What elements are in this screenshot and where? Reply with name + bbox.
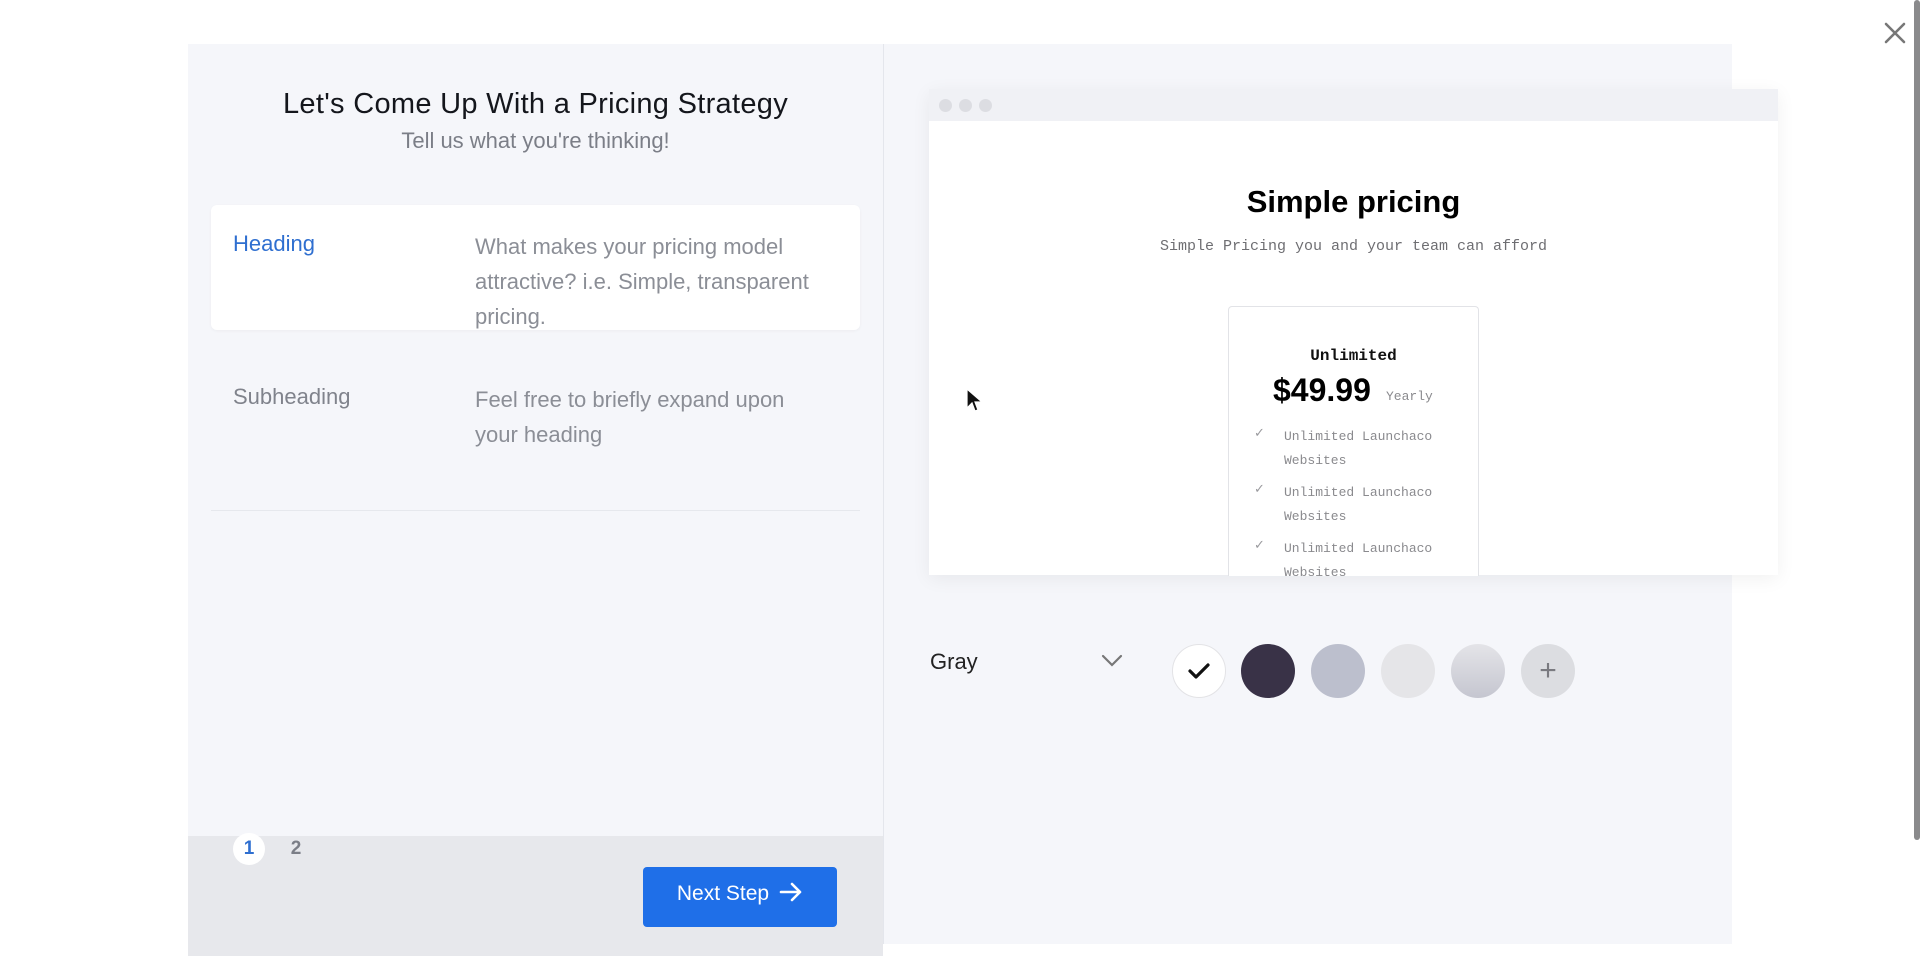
chevron-down-icon[interactable] (1100, 651, 1124, 671)
window-dot-icon (959, 99, 972, 112)
window-dot-icon (939, 99, 952, 112)
website-preview: Simple pricing Simple Pricing you and yo… (929, 89, 1778, 576)
swatch-light-gray[interactable] (1381, 644, 1435, 698)
window-dot-icon (979, 99, 992, 112)
next-step-button[interactable]: Next Step (643, 867, 837, 927)
next-step-label: Next Step (676, 882, 770, 905)
subheading-field[interactable]: Subheading Feel free to briefly expand u… (211, 358, 860, 458)
subheading-field-label: Subheading (233, 384, 351, 409)
form-panel: Let's Come Up With a Pricing Strategy Te… (188, 44, 884, 956)
heading-field[interactable]: Heading What makes your pricing model at… (211, 205, 860, 330)
check-icon: ✓ (1254, 481, 1265, 496)
swatch-gradient-gray[interactable] (1451, 644, 1505, 698)
step-1-indicator[interactable]: 1 (233, 833, 265, 865)
add-color-button[interactable]: + (1521, 644, 1575, 698)
page-subtitle: Tell us what you're thinking! (401, 128, 670, 153)
preview-window-bar (929, 89, 1778, 121)
heading-field-label: Heading (233, 231, 315, 256)
mouse-cursor-icon (966, 387, 984, 414)
check-icon: ✓ (1254, 425, 1265, 440)
swatch-white[interactable] (1172, 644, 1226, 698)
close-icon[interactable] (1880, 18, 1910, 48)
preview-heading: Simple pricing (1246, 184, 1461, 219)
check-icon: ✓ (1254, 537, 1265, 552)
step-2-indicator[interactable]: 2 (280, 833, 312, 865)
color-theme-select[interactable]: Gray (930, 649, 978, 675)
plan-price: $49.99 (1273, 372, 1371, 408)
heading-field-input[interactable]: What makes your pricing model attractive… (475, 229, 815, 334)
divider (211, 510, 860, 511)
plan-period: Yearly (1386, 389, 1433, 404)
check-icon (1188, 663, 1210, 679)
pricing-card: Unlimited $49.99 Yearly ✓ Unlimited Laun… (1228, 306, 1479, 576)
swatch-gray-blue[interactable] (1311, 644, 1365, 698)
page-title: Let's Come Up With a Pricing Strategy (283, 88, 788, 120)
subheading-field-input[interactable]: Feel free to briefly expand upon your he… (475, 382, 815, 452)
scrollbar[interactable] (1914, 0, 1920, 840)
plan-name: Unlimited (1310, 347, 1397, 365)
arrow-right-icon (779, 882, 803, 908)
swatch-dark-purple[interactable] (1241, 644, 1295, 698)
preview-subheading: Simple Pricing you and your team can aff… (1159, 238, 1548, 255)
plus-icon: + (1539, 654, 1557, 687)
